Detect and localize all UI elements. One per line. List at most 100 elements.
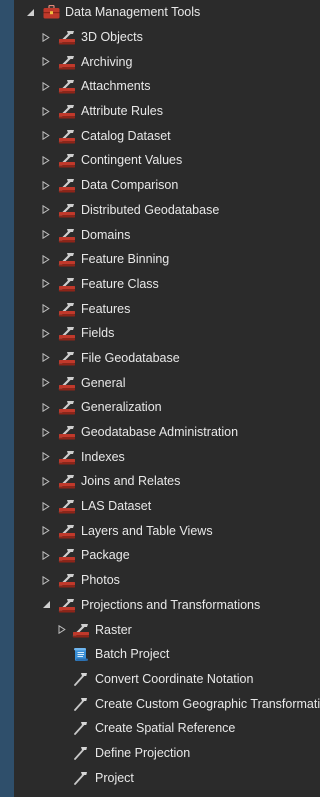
toolset-label: Layers and Table Views [81,523,213,538]
toolset-label: General [81,375,126,390]
toolset-icon [58,29,76,45]
collapsed-triangle-icon[interactable] [40,130,52,142]
toolset-label: Photos [81,573,120,588]
collapsed-triangle-icon[interactable] [40,426,52,438]
collapsed-triangle-icon[interactable] [40,105,52,117]
hammer-icon [72,770,90,786]
collapsed-triangle-icon[interactable] [40,475,52,487]
toolset-label: Raster [95,622,132,637]
toolset-label: Fields [81,326,115,341]
collapsed-triangle-icon[interactable] [40,327,52,339]
toolset-icon [58,251,76,267]
toolset-icon [58,399,76,415]
tree-toolset-layers-and-table-views[interactable]: Layers and Table Views [14,518,318,543]
collapsed-triangle-icon[interactable] [40,56,52,68]
toolset-icon [58,177,76,193]
tree-toolset-feature-binning[interactable]: Feature Binning [14,247,318,272]
tree-toolset-distributed-geodatabase[interactable]: Distributed Geodatabase [14,198,318,223]
collapsed-triangle-icon[interactable] [40,179,52,191]
toolset-label: Contingent Values [81,153,183,168]
collapsed-triangle-icon[interactable] [40,229,52,241]
toolset-icon [58,424,76,440]
tool-label: Create Custom Geographic Transformation [95,696,320,711]
toolset-label: File Geodatabase [81,350,180,365]
collapsed-triangle-icon[interactable] [56,624,68,636]
collapsed-triangle-icon[interactable] [40,154,52,166]
toolset-icon [58,78,76,94]
toolset-label: Domains [81,227,131,242]
collapsed-triangle-icon[interactable] [40,451,52,463]
tree-toolset-catalog-dataset[interactable]: Catalog Dataset [14,123,318,148]
tree-toolset-3d-objects[interactable]: 3D Objects [14,25,318,50]
toolset-label: Distributed Geodatabase [81,202,220,217]
tree-toolset-feature-class[interactable]: Feature Class [14,272,318,297]
tree-toolset-data-comparison[interactable]: Data Comparison [14,173,318,198]
tree-toolset-attachments[interactable]: Attachments [14,74,318,99]
tree-tool-create-custom-geographic-transformation[interactable]: Create Custom Geographic Transformation [14,691,320,716]
toolset-icon [58,572,76,588]
tool-label: Create Spatial Reference [95,721,236,736]
collapsed-triangle-icon[interactable] [40,549,52,561]
toolset-label: Indexes [81,449,125,464]
toolset-icon [58,301,76,317]
tree-toolset-indexes[interactable]: Indexes [14,444,318,469]
tree-tool-batch-project[interactable]: Batch Project [14,642,318,667]
collapsed-triangle-icon[interactable] [40,525,52,537]
collapsed-triangle-icon[interactable] [40,574,52,586]
collapsed-triangle-icon[interactable] [40,377,52,389]
hammer-icon [72,671,90,687]
tree-toolset-projections-and-transformations[interactable]: Projections and Transformations [14,593,318,618]
toolset-label: LAS Dataset [81,499,152,514]
tree-toolset-file-geodatabase[interactable]: File Geodatabase [14,346,318,371]
toolset-icon [58,276,76,292]
tree-tool-project[interactable]: Project [14,765,318,790]
collapsed-triangle-icon[interactable] [40,303,52,315]
left-panel-strip [0,0,14,797]
toolset-icon [58,54,76,70]
collapsed-triangle-icon[interactable] [40,80,52,92]
toolset-label: 3D Objects [81,30,143,45]
collapsed-triangle-icon[interactable] [40,278,52,290]
tree-toolset-general[interactable]: General [14,370,318,395]
toolset-icon [58,227,76,243]
toolset-icon [58,523,76,539]
tree-toolset-raster[interactable]: Raster [14,617,318,642]
collapsed-triangle-icon[interactable] [40,31,52,43]
toolset-label: Feature Class [81,276,159,291]
expanded-triangle-icon[interactable] [40,599,52,611]
tree-toolset-photos[interactable]: Photos [14,568,318,593]
collapsed-triangle-icon[interactable] [40,204,52,216]
toolset-icon [58,350,76,366]
toolset-icon [58,152,76,168]
hammer-icon [72,696,90,712]
tree-tool-convert-coordinate-notation[interactable]: Convert Coordinate Notation [14,667,318,692]
tree-toolset-las-dataset[interactable]: LAS Dataset [14,494,318,519]
collapsed-triangle-icon[interactable] [40,500,52,512]
tool-label: Define Projection [95,745,191,760]
script-icon [72,646,90,662]
tree-toolset-archiving[interactable]: Archiving [14,49,318,74]
tree-toolset-domains[interactable]: Domains [14,222,318,247]
tree-toolset-joins-and-relates[interactable]: Joins and Relates [14,469,318,494]
collapsed-triangle-icon[interactable] [40,401,52,413]
tree-toolset-features[interactable]: Features [14,296,318,321]
tree-toolset-attribute-rules[interactable]: Attribute Rules [14,99,318,124]
tool-label: Convert Coordinate Notation [95,671,254,686]
tree-toolset-geodatabase-administration[interactable]: Geodatabase Administration [14,420,318,445]
toolset-icon [58,547,76,563]
tree-toolset-generalization[interactable]: Generalization [14,395,318,420]
tree-root-data-management-tools[interactable]: Data Management Tools [14,0,318,25]
tree-toolset-contingent-values[interactable]: Contingent Values [14,148,318,173]
toolset-icon [58,202,76,218]
tree-tool-create-spatial-reference[interactable]: Create Spatial Reference [14,716,318,741]
toolset-label: Features [81,301,131,316]
toolset-label: Joins and Relates [81,474,181,489]
tree-toolset-fields[interactable]: Fields [14,321,318,346]
collapsed-triangle-icon[interactable] [40,253,52,265]
collapsed-triangle-icon[interactable] [40,352,52,364]
expanded-triangle-icon[interactable] [24,6,36,18]
tree-tool-define-projection[interactable]: Define Projection [14,741,318,766]
toolset-label: Feature Binning [81,252,170,267]
tree-toolset-package[interactable]: Package [14,543,318,568]
tree-root-label: Data Management Tools [65,5,201,20]
